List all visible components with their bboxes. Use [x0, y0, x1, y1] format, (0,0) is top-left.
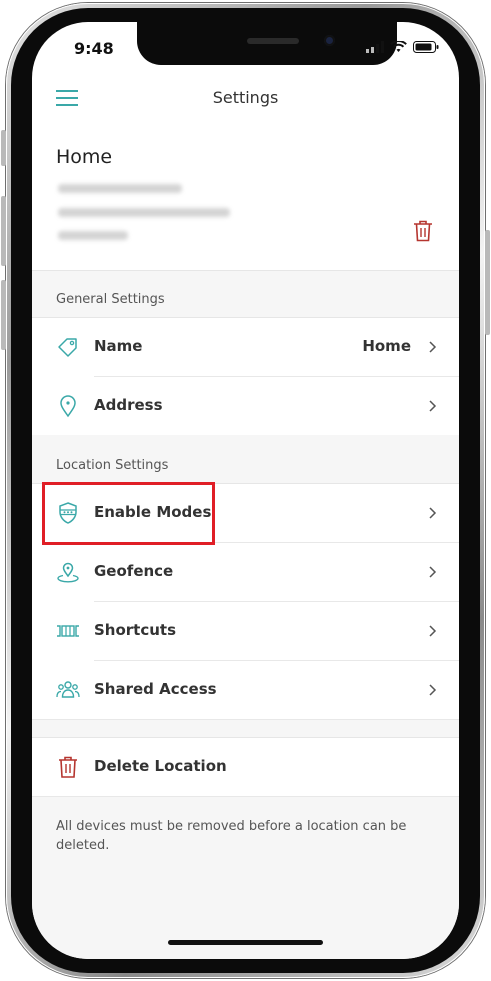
- page-title: Settings: [212, 88, 279, 107]
- chevron-right-icon: [429, 507, 437, 519]
- row-delete-location[interactable]: Delete Location: [32, 738, 459, 797]
- delete-trash-icon[interactable]: [413, 220, 433, 242]
- row-label: Delete Location: [94, 757, 227, 775]
- delete-location-note: All devices must be removed before a loc…: [56, 819, 407, 853]
- geofence-icon: [57, 562, 79, 583]
- redacted-address-line: [58, 208, 230, 217]
- section-spacer: [32, 720, 459, 738]
- row-value: Home: [362, 337, 411, 355]
- chevron-right-icon: [429, 341, 437, 353]
- signal-icon: [366, 41, 384, 53]
- chevron-right-icon: [429, 684, 437, 696]
- redacted-address-line: [58, 184, 182, 193]
- chevron-right-icon: [429, 400, 437, 412]
- row-shortcuts[interactable]: Shortcuts: [32, 602, 459, 661]
- enable-modes-highlight: [42, 482, 215, 545]
- section-general-settings: General Settings: [32, 270, 459, 318]
- row-label: Shared Access: [94, 680, 217, 698]
- row-label: Address: [94, 396, 163, 414]
- people-icon: [56, 681, 80, 698]
- silent-switch: [1, 130, 6, 166]
- wifi-icon: [390, 41, 407, 52]
- section-location-settings: Location Settings: [32, 435, 459, 484]
- row-label: Name: [94, 337, 143, 355]
- section-label: General Settings: [56, 292, 165, 307]
- row-geofence[interactable]: Geofence: [32, 543, 459, 602]
- volume-up-button: [1, 196, 6, 266]
- tag-icon: [58, 338, 77, 357]
- front-camera: [324, 35, 335, 46]
- row-label: Geofence: [94, 562, 174, 580]
- row-name[interactable]: Name Home: [32, 318, 459, 377]
- app-header: Settings: [32, 80, 459, 120]
- row-label: Shortcuts: [94, 621, 177, 639]
- notch: [137, 22, 397, 65]
- status-icons: [366, 41, 439, 53]
- screen: 9:48 Settings Home General Settings Name…: [32, 22, 459, 959]
- trash-icon: [59, 756, 77, 778]
- home-indicator[interactable]: [168, 940, 323, 945]
- redacted-address-line: [58, 231, 128, 240]
- speaker: [247, 38, 299, 44]
- power-button: [485, 230, 490, 335]
- row-shared-access[interactable]: Shared Access: [32, 661, 459, 720]
- volume-down-button: [1, 280, 6, 350]
- location-pin-icon: [60, 395, 76, 418]
- status-time: 9:48: [74, 39, 114, 58]
- battery-icon: [413, 41, 439, 53]
- chevron-right-icon: [429, 625, 437, 637]
- chevron-right-icon: [429, 566, 437, 578]
- section-label: Location Settings: [56, 458, 169, 473]
- shortcuts-icon: [57, 625, 79, 637]
- location-name: Home: [56, 146, 113, 168]
- row-address[interactable]: Address: [32, 377, 459, 436]
